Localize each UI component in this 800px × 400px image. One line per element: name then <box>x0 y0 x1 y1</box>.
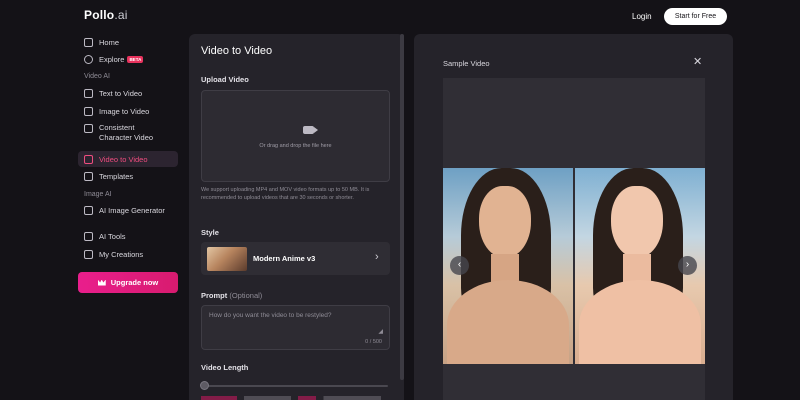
face-shape <box>611 186 663 258</box>
sample-video-panel: Sample Video ✕ ‹ › <box>414 34 733 400</box>
upload-video-label: Upload Video <box>201 75 249 84</box>
sidebar-item-label: My Creations <box>99 249 144 259</box>
sidebar-item-explore[interactable]: Explore BETA <box>84 51 144 67</box>
sidebar-item-label: AI Tools <box>99 231 126 241</box>
logo-suffix: .ai <box>114 8 128 22</box>
compass-icon <box>84 54 93 64</box>
close-icon[interactable]: ✕ <box>693 55 702 68</box>
video-length-slider-thumb[interactable] <box>200 381 209 390</box>
sidebar-item-text-to-video[interactable]: Text to Video <box>84 85 142 101</box>
resize-handle-icon[interactable]: ◢ <box>378 328 383 335</box>
upload-support-text: We support uploading MP4 and MOV video f… <box>201 187 370 201</box>
upgrade-label: Upgrade now <box>110 278 159 287</box>
prompt-label-text: Prompt <box>201 291 228 300</box>
sidebar-item-label: Templates <box>99 171 134 181</box>
prompt-optional-text: (Optional) <box>229 291 263 300</box>
upgrade-now-button[interactable]: Upgrade now <box>78 272 178 293</box>
home-icon <box>84 37 93 47</box>
creations-icon <box>84 249 93 259</box>
template-icon <box>84 171 93 181</box>
sidebar-item-label: Text to Video <box>99 88 143 98</box>
sidebar-item-ai-image-generator[interactable]: AI Image Generator <box>84 202 165 218</box>
panel-scrollbar[interactable] <box>400 34 404 380</box>
sidebar-item-video-to-video[interactable]: Video to Video <box>84 151 148 167</box>
prompt-char-count: 0 / 500 <box>365 339 382 345</box>
beta-badge: BETA <box>127 55 144 63</box>
prompt-label: Prompt (Optional) <box>201 291 262 300</box>
video-camera-icon <box>303 126 318 134</box>
text-doc-icon <box>84 88 93 98</box>
sample-video-title: Sample Video <box>443 59 490 68</box>
character-icon <box>84 124 93 133</box>
image-gen-icon <box>84 205 93 215</box>
sidebar-item-my-creations[interactable]: My Creations <box>84 246 143 262</box>
sidebar-item-ai-tools[interactable]: AI Tools <box>84 228 126 244</box>
sidebar-item-image-to-video[interactable]: Image to Video <box>84 103 149 119</box>
top-bar: Pollo.ai Login Start for Free <box>0 0 800 34</box>
sidebar-item-label: Explore <box>99 54 125 64</box>
sidebar-item-label: AI Image Generator <box>99 205 165 215</box>
upload-hint: Or drag and drop the file here <box>259 143 332 149</box>
upload-dropzone[interactable]: Or drag and drop the file here <box>201 90 390 182</box>
logo-main: Pollo <box>84 8 115 22</box>
sample-video-player[interactable]: ‹ › <box>443 78 705 400</box>
image-icon <box>84 106 93 116</box>
panel-title: Video to Video <box>201 45 273 57</box>
chevron-right-icon: › <box>375 251 379 263</box>
video-length-slider-track[interactable] <box>203 385 388 387</box>
pollo-logo[interactable]: Pollo.ai <box>84 8 128 22</box>
prompt-input[interactable]: How do you want the video to be restyled… <box>201 305 390 350</box>
style-value: Modern Anime v3 <box>253 254 316 263</box>
shoulders-shape <box>579 280 701 364</box>
crown-icon <box>97 279 106 286</box>
section-label-image-ai: Image AI <box>84 191 112 198</box>
start-for-free-button[interactable]: Start for Free <box>664 8 727 25</box>
style-label: Style <box>201 228 219 237</box>
video-to-video-panel: Video to Video Upload Video Or drag and … <box>189 34 404 400</box>
section-label-video-ai: Video AI <box>84 73 110 80</box>
sidebar-item-label: Home <box>99 37 120 47</box>
shoulders-shape <box>447 280 569 364</box>
login-link[interactable]: Login <box>632 12 652 21</box>
style-thumbnail <box>207 247 247 271</box>
prompt-placeholder: How do you want the video to be restyled… <box>209 312 332 319</box>
sidebar-item-templates[interactable]: Templates <box>84 168 133 184</box>
style-selector[interactable]: Modern Anime v3 › <box>201 242 390 275</box>
video-icon <box>84 154 93 164</box>
face-shape <box>479 186 531 258</box>
tools-icon <box>84 231 93 241</box>
chevron-left-icon[interactable]: ‹ <box>450 256 469 275</box>
sidebar-item-label: Consistent Character Video <box>99 123 154 142</box>
sidebar-item-label: Image to Video <box>99 106 150 116</box>
video-length-label: Video Length <box>201 363 249 372</box>
sidebar-item-consistent-character-video[interactable]: Consistent Character Video <box>84 123 163 145</box>
sidebar-item-label: Video to Video <box>99 154 148 164</box>
sidebar-item-home[interactable]: Home <box>84 34 119 50</box>
cutoff-text-line <box>201 396 381 400</box>
chevron-right-icon[interactable]: › <box>678 256 697 275</box>
